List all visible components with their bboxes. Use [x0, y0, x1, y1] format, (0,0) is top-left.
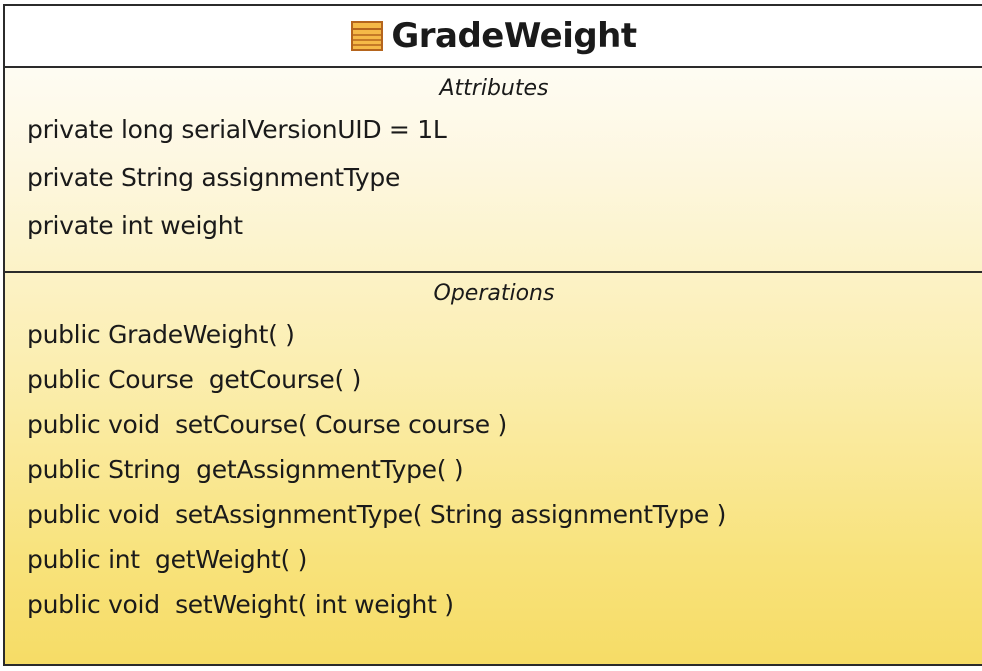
operation-item: public GradeWeight( )	[27, 320, 295, 349]
attribute-item: private int weight	[27, 211, 243, 240]
attributes-compartment: Attributes private long serialVersionUID…	[5, 68, 982, 273]
operation-item: public void setAssignmentType( String as…	[27, 500, 727, 529]
uml-class-box[interactable]: GradeWeight Attributes private long seri…	[3, 4, 982, 666]
class-icon	[351, 21, 384, 51]
operation-item: public Course getCourse( )	[27, 365, 362, 394]
operation-item: public String getAssignmentType( )	[27, 455, 464, 484]
class-header: GradeWeight	[5, 6, 982, 68]
class-name: GradeWeight	[391, 16, 637, 56]
operation-item: public void setCourse( Course course )	[27, 410, 507, 439]
attribute-item: private String assignmentType	[27, 163, 401, 192]
operations-title: Operations	[433, 281, 555, 306]
attribute-item: private long serialVersionUID = 1L	[27, 115, 447, 144]
attributes-title: Attributes	[439, 76, 549, 101]
operation-item: public int getWeight( )	[27, 545, 308, 574]
operation-item: public void setWeight( int weight )	[27, 590, 454, 619]
operations-compartment: Operations public GradeWeight( ) public …	[5, 273, 982, 666]
